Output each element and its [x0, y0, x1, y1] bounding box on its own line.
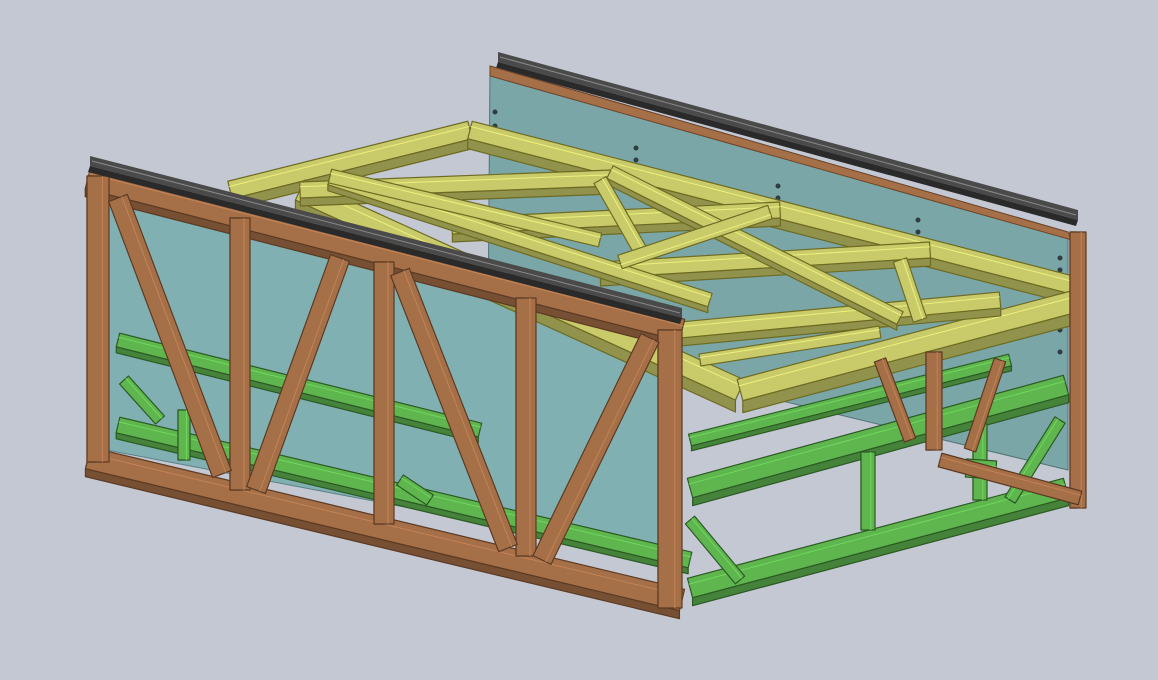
- truss-right-end-post: [1069, 231, 1087, 509]
- base-post-1: [860, 451, 876, 531]
- truss-left-post: [86, 175, 110, 463]
- truss-inner-post-front-face: [925, 351, 943, 451]
- truss-right-post: [657, 329, 683, 609]
- base-post-3: [177, 409, 191, 461]
- truss-post-3: [373, 261, 395, 525]
- truss-post-4: [515, 297, 537, 557]
- truss-left-post-front-face: [86, 175, 110, 463]
- truss-post-4-front-face: [515, 297, 537, 557]
- base-post-1-front-face: [860, 451, 876, 531]
- truss-post-2: [229, 217, 251, 491]
- truss-post-2-front-face: [229, 217, 251, 491]
- truss-right-post-front-face: [657, 329, 683, 609]
- cad-model-view[interactable]: [0, 0, 1158, 680]
- truss-post-3-front-face: [373, 261, 395, 525]
- truss-right-end-post-front-face: [1069, 231, 1087, 509]
- truss-inner-post: [925, 351, 943, 451]
- base-post-3-front-face: [177, 409, 191, 461]
- cad-viewport[interactable]: [0, 0, 1158, 680]
